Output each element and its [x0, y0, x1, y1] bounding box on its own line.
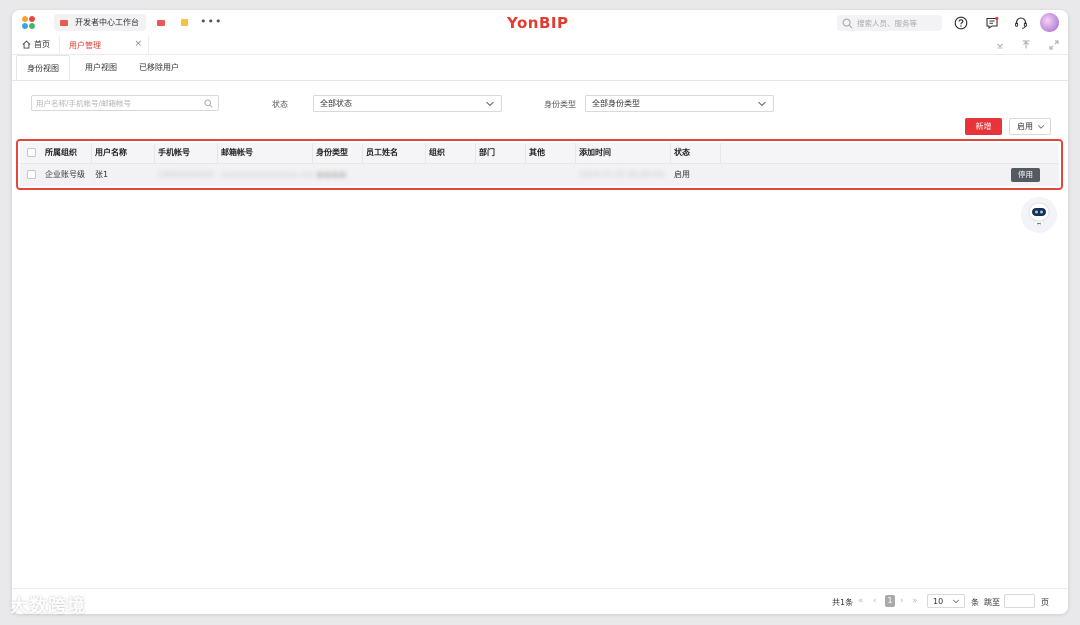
last-page-icon[interactable]: » [912, 596, 918, 606]
user-avatar[interactable] [1040, 13, 1059, 32]
message-icon[interactable] [985, 16, 999, 30]
note-shortcut-icon[interactable] [181, 19, 188, 26]
app-shortcut-icon[interactable] [157, 20, 165, 26]
prev-page-icon[interactable]: ‹ [873, 596, 877, 606]
next-page-icon[interactable]: › [900, 596, 904, 606]
cell-phone: 18900000000 [158, 170, 214, 179]
cell-status: 启用 [674, 170, 690, 179]
identity-type-select[interactable]: 全部身份类型 [585, 95, 774, 112]
search-icon [204, 99, 213, 108]
global-search-input[interactable] [857, 18, 937, 28]
tab-user-management[interactable]: 用户管理 × [59, 36, 149, 54]
user-table: 所属组织 用户名称 手机帐号 邮箱帐号 身份类型 员工姓名 组织 部门 其他 添… [16, 139, 1063, 190]
identity-select-value: 全部身份类型 [592, 99, 640, 108]
tab-user-view[interactable]: 用户视图 [76, 55, 126, 80]
chevron-down-icon [758, 101, 766, 107]
col-added-time[interactable]: 添加时间 [576, 143, 671, 163]
watermark: 大数跨境 [10, 596, 86, 617]
status-select[interactable]: 全部状态 [313, 95, 502, 112]
select-all-checkbox[interactable] [27, 148, 36, 157]
col-org[interactable]: 所属组织 [42, 143, 92, 163]
identity-filter-label: 身份类型 [544, 100, 576, 109]
cell-org: 企业账号级 [45, 170, 85, 179]
status-filter-label: 状态 [272, 100, 288, 109]
total-count: 共1条 [832, 598, 854, 607]
customer-service-icon[interactable] [1014, 16, 1028, 30]
chevron-down-icon [1037, 125, 1045, 129]
brand-logo: YonBIP [507, 14, 569, 32]
col-identity-type[interactable]: 身份类型 [313, 143, 363, 163]
add-button[interactable]: 新增 [965, 118, 1002, 135]
assistant-robot-icon[interactable] [1019, 195, 1059, 235]
tab-home[interactable]: 首页 [22, 39, 50, 50]
chevron-down-icon [486, 101, 494, 107]
search-icon [842, 18, 853, 28]
workbench-tab[interactable]: 开发者中心工作台 [54, 14, 146, 31]
col-status[interactable]: 状态 [671, 143, 721, 163]
per-page-unit: 条 [971, 598, 979, 607]
tab-user-management-label: 用户管理 [69, 40, 101, 50]
tab-identity-view[interactable]: 身份视图 [16, 55, 70, 80]
page-unit: 页 [1041, 598, 1049, 607]
workbench-icon [60, 19, 68, 26]
more-icon[interactable]: ••• [200, 15, 222, 28]
page-size-value: 10 [933, 596, 944, 606]
row-checkbox[interactable] [27, 170, 36, 179]
view-tabs: 身份视图 用户视图 已移除用户 [12, 55, 1068, 81]
enable-button-label: 启用 [1017, 122, 1033, 131]
page-size-select[interactable]: 10 [927, 594, 965, 608]
jump-label: 跳至 [984, 598, 1000, 607]
cell-added-time: 2024-01-01 00:00:00 [579, 170, 664, 179]
app-window: 开发者中心工作台 ••• YonBIP 首页 用户管理 × 身份视图 [12, 10, 1068, 614]
main-content: 身份视图 用户视图 已移除用户 状态 全部状态 身份类型 全部身份类型 新增 启… [12, 55, 1068, 614]
global-search[interactable] [837, 15, 942, 31]
app-launcher-icon[interactable] [22, 16, 36, 30]
col-employee-name[interactable]: 员工姓名 [363, 143, 426, 163]
tab-home-label: 首页 [34, 40, 50, 49]
col-username[interactable]: 用户名称 [92, 143, 155, 163]
tab-dropdown-icon[interactable] [994, 39, 1006, 51]
tab-removed-users[interactable]: 已移除用户 [130, 55, 188, 80]
user-search-input[interactable] [36, 98, 196, 108]
page-tab-bar: 首页 用户管理 × [12, 36, 1068, 55]
col-organization[interactable]: 组织 [426, 143, 476, 163]
help-icon[interactable] [954, 16, 968, 30]
jump-page-input[interactable] [1004, 594, 1035, 608]
status-select-value: 全部状态 [320, 99, 352, 108]
enable-dropdown-button[interactable]: 启用 [1009, 118, 1051, 135]
fullscreen-icon[interactable] [1048, 39, 1060, 51]
first-page-icon[interactable]: « [858, 596, 864, 606]
cell-username: 张1 [95, 170, 109, 179]
pagination-bar: 共1条 « ‹ 1 › » 10 条 跳至 页 [12, 588, 1068, 614]
home-icon [22, 40, 31, 49]
chevron-down-icon [952, 599, 960, 604]
disable-button[interactable]: 停用 [1011, 168, 1040, 182]
current-page[interactable]: 1 [885, 595, 895, 607]
table-header: 所属组织 用户名称 手机帐号 邮箱帐号 身份类型 员工姓名 组织 部门 其他 添… [20, 143, 1059, 164]
col-department[interactable]: 部门 [476, 143, 526, 163]
col-email[interactable]: 邮箱帐号 [218, 143, 313, 163]
upload-icon[interactable] [1020, 39, 1032, 51]
top-bar: 开发者中心工作台 ••• YonBIP [12, 10, 1068, 36]
table-row[interactable]: 企业账号级 张1 18900000000 xxxxxxxxxxxxxxxx.co… [20, 164, 1059, 186]
col-phone[interactable]: 手机帐号 [155, 143, 218, 163]
cell-email: xxxxxxxxxxxxxxxx.com [221, 170, 313, 179]
close-tab-icon[interactable]: × [134, 39, 142, 49]
user-search-field[interactable] [31, 95, 219, 111]
cell-identity-type: ■■■■ [316, 170, 347, 179]
col-other[interactable]: 其他 [526, 143, 576, 163]
workbench-tab-label: 开发者中心工作台 [75, 18, 139, 27]
